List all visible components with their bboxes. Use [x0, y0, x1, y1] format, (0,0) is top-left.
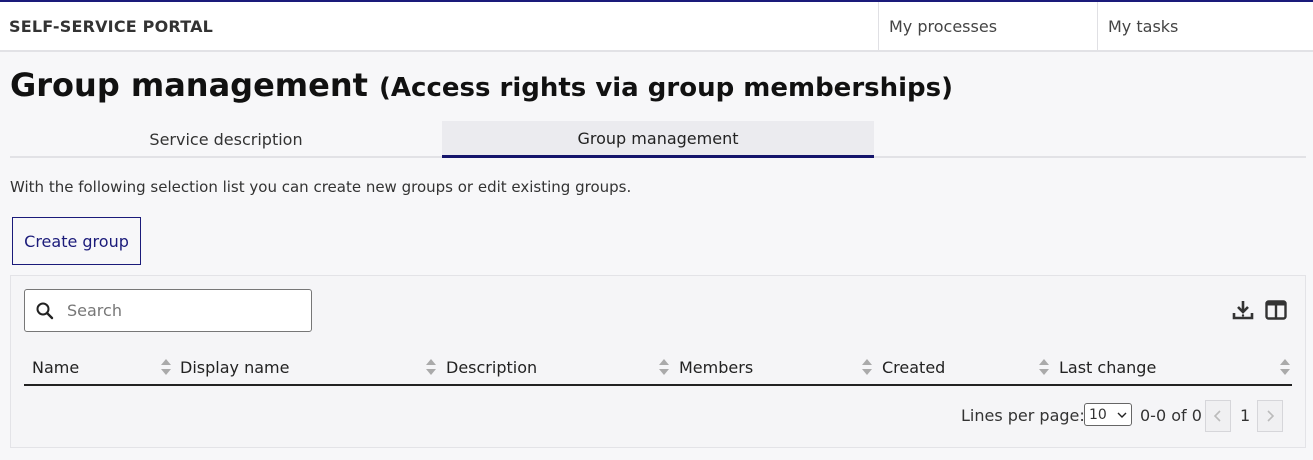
page-title-subtitle: (Access rights via group memberships): [379, 73, 954, 103]
chevron-down-icon: [1117, 412, 1127, 418]
intro-text: With the following selection list you ca…: [10, 178, 632, 196]
column-header-created[interactable]: Created: [882, 355, 945, 379]
nav-my-processes[interactable]: My processes: [878, 2, 1097, 50]
create-group-button[interactable]: Create group: [12, 217, 141, 265]
tab-group-management[interactable]: Group management: [442, 121, 874, 158]
chevron-left-icon: [1213, 410, 1221, 422]
column-header-name[interactable]: Name: [32, 355, 79, 379]
nav-my-tasks[interactable]: My tasks: [1097, 2, 1313, 50]
sort-icon[interactable]: [1278, 357, 1292, 377]
page-title: Group management (Access rights via grou…: [10, 66, 953, 104]
tab-service-description[interactable]: Service description: [10, 121, 442, 158]
chevron-right-icon: [1267, 410, 1275, 422]
tab-bar: Service description Group management: [10, 121, 1306, 158]
column-header-members[interactable]: Members: [679, 355, 753, 379]
column-header-last-change[interactable]: Last change: [1059, 355, 1156, 379]
download-icon[interactable]: [1231, 298, 1255, 322]
column-header-display-name[interactable]: Display name: [180, 355, 289, 379]
table-header: Name Display name Description Members Cr…: [24, 349, 1292, 386]
next-page-button[interactable]: [1257, 400, 1283, 432]
groups-table-panel: Name Display name Description Members Cr…: [10, 275, 1306, 448]
sort-icon[interactable]: [159, 357, 173, 377]
search-box[interactable]: [24, 289, 312, 332]
sort-icon[interactable]: [424, 357, 438, 377]
brand-title[interactable]: SELF-SERVICE PORTAL: [0, 2, 878, 50]
sort-icon[interactable]: [1037, 357, 1051, 377]
lines-per-page-label: Lines per page:: [961, 406, 1085, 425]
page-title-main: Group management: [10, 66, 368, 104]
top-bar: SELF-SERVICE PORTAL My processes My task…: [0, 0, 1313, 52]
lines-per-page-select[interactable]: 10: [1084, 403, 1132, 426]
sort-icon[interactable]: [657, 357, 671, 377]
column-header-description[interactable]: Description: [446, 355, 537, 379]
previous-page-button[interactable]: [1205, 400, 1231, 432]
lines-per-page-value: 10: [1089, 406, 1107, 423]
sort-icon[interactable]: [860, 357, 874, 377]
columns-icon[interactable]: [1264, 298, 1288, 322]
pagination-range: 0-0 of 0: [1140, 406, 1202, 425]
search-icon: [36, 302, 54, 320]
current-page: 1: [1240, 406, 1251, 425]
search-input[interactable]: [67, 291, 307, 330]
